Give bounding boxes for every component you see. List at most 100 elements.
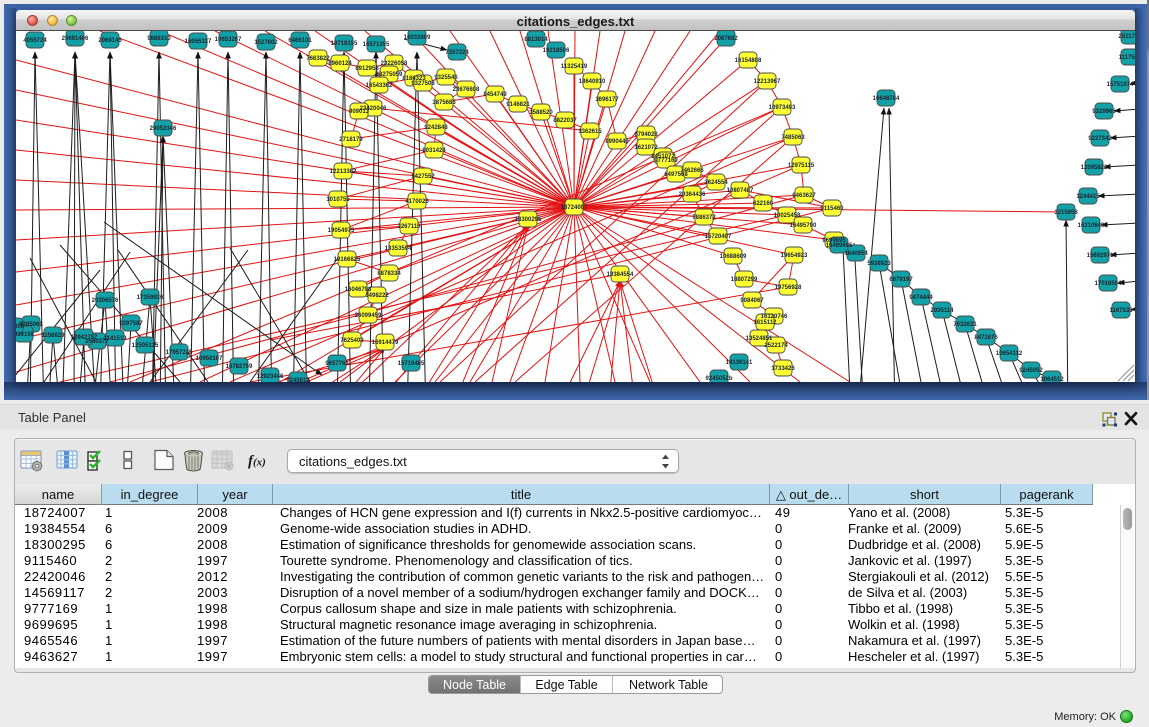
svg-text:8960124: 8960124 bbox=[328, 61, 352, 67]
svg-text:2935114: 2935114 bbox=[930, 308, 954, 314]
svg-text:16914479: 16914479 bbox=[372, 340, 399, 346]
svg-text:9242848: 9242848 bbox=[424, 125, 448, 131]
svg-text:7462666: 7462666 bbox=[680, 168, 704, 174]
svg-text:8454749: 8454749 bbox=[483, 92, 507, 98]
svg-text:12975115: 12975115 bbox=[788, 163, 815, 169]
svg-text:16782759: 16782759 bbox=[226, 364, 253, 370]
svg-text:18807299: 18807299 bbox=[731, 277, 758, 283]
svg-text:10719155: 10719155 bbox=[331, 41, 358, 47]
svg-text:16495790: 16495790 bbox=[790, 223, 817, 229]
svg-text:3624554: 3624554 bbox=[704, 180, 728, 186]
svg-text:10688609: 10688609 bbox=[720, 254, 747, 260]
svg-text:19166825: 19166825 bbox=[334, 257, 361, 263]
svg-text:622160: 622160 bbox=[753, 201, 774, 207]
svg-text:2718179: 2718179 bbox=[339, 137, 363, 143]
svg-text:9463627: 9463627 bbox=[792, 193, 816, 199]
svg-text:12095822: 12095822 bbox=[1081, 165, 1108, 171]
svg-text:1244415: 1244415 bbox=[1076, 194, 1100, 200]
svg-text:8471676: 8471676 bbox=[974, 335, 998, 341]
svg-text:10654112: 10654112 bbox=[996, 351, 1023, 357]
svg-text:5938923: 5938923 bbox=[867, 261, 891, 267]
svg-text:10958107: 10958107 bbox=[196, 356, 223, 362]
svg-text:1117538: 1117538 bbox=[1119, 55, 1135, 61]
svg-text:7886372: 7886372 bbox=[692, 215, 716, 221]
svg-text:9245052: 9245052 bbox=[1019, 368, 1043, 374]
svg-text:7663822: 7663822 bbox=[306, 56, 330, 62]
svg-text:3267110: 3267110 bbox=[397, 224, 421, 230]
svg-text:16499695: 16499695 bbox=[826, 243, 853, 249]
svg-text:9227342: 9227342 bbox=[1088, 136, 1112, 142]
svg-text:8813014: 8813014 bbox=[524, 37, 548, 43]
svg-text:8990446: 8990446 bbox=[605, 139, 629, 145]
svg-text:28275059: 28275059 bbox=[376, 72, 403, 78]
svg-text:2511741: 2511741 bbox=[1118, 34, 1135, 40]
svg-text:11325419: 11325419 bbox=[561, 64, 588, 70]
svg-text:19054975: 19054975 bbox=[328, 228, 355, 234]
svg-text:9245052b: 9245052b bbox=[705, 376, 732, 382]
svg-text:1527602: 1527602 bbox=[254, 40, 278, 46]
svg-text:19384554: 19384554 bbox=[607, 272, 634, 278]
svg-text:12213967: 12213967 bbox=[754, 79, 781, 85]
svg-text:16154808: 16154808 bbox=[735, 58, 762, 64]
svg-text:19756928: 19756928 bbox=[775, 285, 802, 291]
svg-text:16648784: 16648784 bbox=[873, 96, 900, 102]
svg-text:1621072: 1621072 bbox=[634, 145, 658, 151]
svg-text:7357224: 7357224 bbox=[445, 50, 469, 56]
svg-text:20206576: 20206576 bbox=[92, 298, 119, 304]
svg-text:29053346: 29053346 bbox=[150, 126, 177, 132]
svg-text:1064512: 1064512 bbox=[1040, 377, 1064, 382]
svg-text:8878334: 8878334 bbox=[377, 271, 401, 277]
svg-text:18640910: 18640910 bbox=[579, 79, 606, 85]
svg-text:12505135: 12505135 bbox=[132, 343, 159, 349]
svg-text:3215958: 3215958 bbox=[1054, 210, 1078, 216]
svg-text:8031424: 8031424 bbox=[422, 148, 446, 154]
svg-text:12942757: 12942757 bbox=[71, 335, 98, 341]
svg-text:9146821: 9146821 bbox=[506, 102, 530, 108]
svg-text:9474444: 9474444 bbox=[909, 295, 933, 301]
svg-text:16543362: 16543362 bbox=[366, 83, 393, 89]
svg-text:13353594: 13353594 bbox=[385, 246, 412, 252]
svg-text:1010755: 1010755 bbox=[326, 197, 350, 203]
svg-text:9657761: 9657761 bbox=[325, 361, 349, 367]
svg-text:9115460: 9115460 bbox=[820, 206, 844, 212]
svg-text:1696177: 1696177 bbox=[595, 97, 619, 103]
svg-text:909013: 909013 bbox=[349, 109, 370, 115]
svg-text:2087682: 2087682 bbox=[714, 36, 738, 42]
svg-text:17957225: 17957225 bbox=[166, 350, 193, 356]
svg-text:4055724: 4055724 bbox=[23, 38, 47, 44]
svg-text:9777169: 9777169 bbox=[654, 158, 678, 164]
svg-text:6466101: 6466101 bbox=[288, 38, 312, 44]
svg-text:12923446: 12923446 bbox=[257, 374, 284, 380]
svg-text:6879197: 6879197 bbox=[889, 277, 913, 283]
svg-text:3498222: 3498222 bbox=[365, 293, 389, 299]
svg-text:19218506: 19218506 bbox=[543, 48, 570, 54]
svg-text:10973493: 10973493 bbox=[769, 105, 796, 111]
svg-text:1167533: 1167533 bbox=[1109, 308, 1133, 314]
svg-text:9329966: 9329966 bbox=[1092, 109, 1116, 115]
svg-text:15716485: 15716485 bbox=[398, 361, 425, 367]
svg-text:20364436: 20364436 bbox=[679, 192, 706, 198]
svg-text:8822037: 8822037 bbox=[553, 118, 577, 124]
svg-text:4170026: 4170026 bbox=[405, 199, 429, 205]
svg-text:14136141: 14136141 bbox=[726, 360, 753, 366]
svg-text:17016504: 17016504 bbox=[1095, 281, 1122, 287]
svg-text:23226058: 23226058 bbox=[381, 61, 408, 67]
svg-text:7485063: 7485063 bbox=[781, 135, 805, 141]
svg-text:18300295: 18300295 bbox=[515, 217, 542, 223]
svg-text:16055327: 16055327 bbox=[185, 39, 212, 45]
svg-text:1362615: 1362615 bbox=[578, 129, 602, 135]
svg-text:9245012: 9245012 bbox=[286, 378, 310, 382]
svg-text:9084067: 9084067 bbox=[740, 298, 764, 304]
svg-text:10807487: 10807487 bbox=[727, 188, 754, 194]
svg-text:(x): (x) bbox=[253, 457, 266, 469]
svg-text:10025458: 10025458 bbox=[774, 213, 801, 219]
svg-text:1733426: 1733426 bbox=[771, 366, 795, 372]
svg-text:9886310: 9886310 bbox=[147, 36, 171, 42]
svg-text:20691406: 20691406 bbox=[62, 36, 89, 42]
svg-text:7625402: 7625402 bbox=[340, 338, 364, 344]
svg-text:12213382: 12213382 bbox=[330, 169, 357, 175]
svg-text:15692971: 15692971 bbox=[1087, 253, 1114, 259]
svg-text:10653267: 10653267 bbox=[215, 37, 242, 43]
svg-text:3875685: 3875685 bbox=[432, 100, 456, 106]
svg-text:9427552: 9427552 bbox=[411, 174, 435, 180]
